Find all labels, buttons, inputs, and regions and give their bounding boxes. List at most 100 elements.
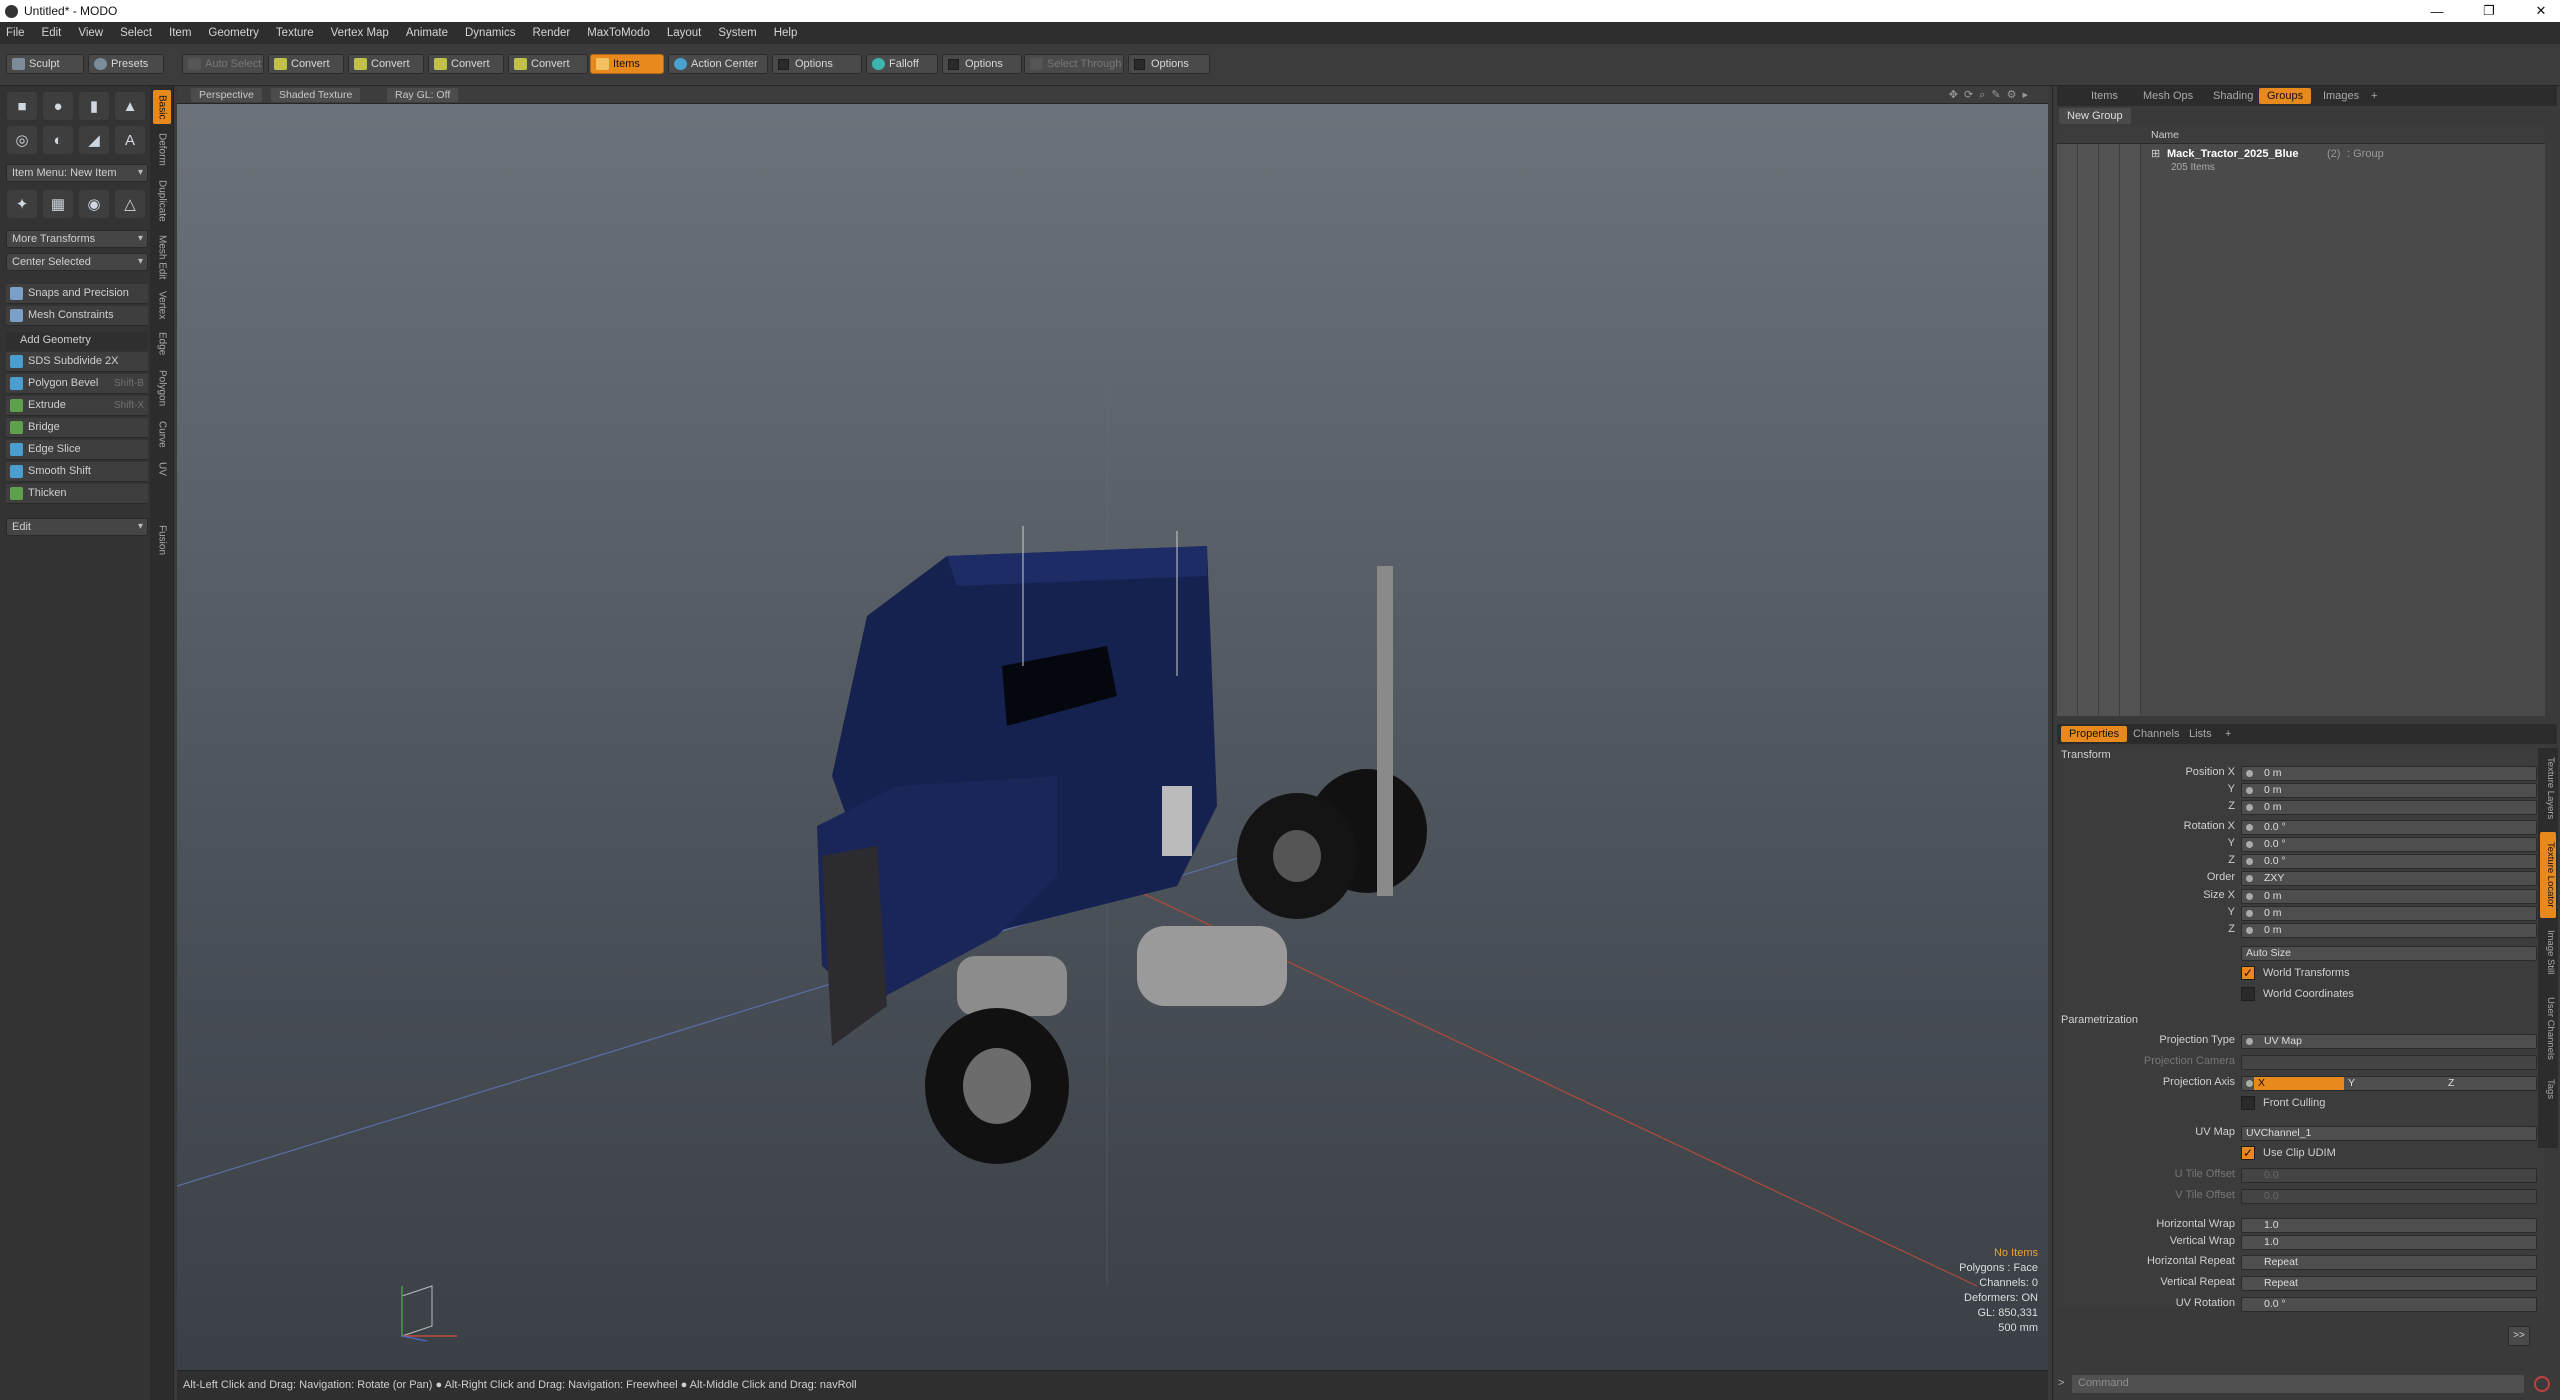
- menu-render[interactable]: Render: [532, 27, 570, 39]
- world-coordinates-checkbox[interactable]: [2241, 987, 2255, 1001]
- cube-icon[interactable]: ■: [7, 92, 37, 120]
- convert-polygons-button[interactable]: Convert: [428, 54, 504, 74]
- transform-header[interactable]: Transform: [2061, 749, 2111, 761]
- menu-maxtomodo[interactable]: MaxToModo: [587, 27, 650, 39]
- sculpt-button[interactable]: Sculpt: [6, 54, 84, 74]
- tab-duplicate[interactable]: Duplicate: [153, 174, 171, 228]
- record-icon[interactable]: [2534, 1376, 2550, 1392]
- menu-help[interactable]: Help: [774, 27, 798, 39]
- edit-dropdown[interactable]: Edit: [6, 518, 148, 536]
- vertical-repeat-dropdown[interactable]: Repeat: [2241, 1276, 2537, 1291]
- menu-dynamics[interactable]: Dynamics: [465, 27, 515, 39]
- tab-edge[interactable]: Edge: [153, 328, 171, 360]
- tab-properties[interactable]: Properties: [2061, 726, 2128, 742]
- 3d-viewport[interactable]: Perspective Shaded Texture Ray GL: Off ✥…: [177, 86, 2048, 1370]
- name-column-header[interactable]: Name: [2151, 129, 2179, 141]
- mesh-constraints-button[interactable]: Mesh Constraints: [6, 306, 148, 326]
- new-group-button[interactable]: New Group: [2059, 108, 2131, 124]
- select-through-button[interactable]: Select Through: [1024, 54, 1124, 74]
- add-property-tab[interactable]: +: [2217, 726, 2239, 742]
- edge-slice-button[interactable]: Edge Slice: [6, 440, 148, 460]
- plane-icon[interactable]: ◢: [79, 126, 109, 154]
- tab-vertex[interactable]: Vertex: [153, 286, 171, 324]
- convert-vertices-button[interactable]: Convert: [268, 54, 344, 74]
- world-transforms-checkbox[interactable]: ✓: [2241, 966, 2255, 980]
- front-culling-checkbox[interactable]: [2241, 1096, 2255, 1110]
- tab-shading[interactable]: Shading: [2205, 88, 2261, 104]
- axis-x-option[interactable]: X: [2254, 1077, 2344, 1090]
- horizontal-repeat-dropdown[interactable]: Repeat: [2241, 1255, 2537, 1270]
- u-tile-offset-field[interactable]: 0.0: [2241, 1168, 2537, 1183]
- select-options-checkbox[interactable]: [1134, 59, 1145, 70]
- tab-fusion[interactable]: Fusion: [153, 520, 171, 560]
- falloff-options-button[interactable]: Options: [942, 54, 1022, 74]
- tab-polygon[interactable]: Polygon: [153, 364, 171, 412]
- presets-button[interactable]: Presets: [88, 54, 164, 74]
- pyramid-icon[interactable]: △: [115, 190, 145, 218]
- tab-groups[interactable]: Groups: [2259, 88, 2312, 104]
- v-tile-offset-field[interactable]: 0.0: [2241, 1189, 2537, 1204]
- tab-image-still[interactable]: Image Still: [2540, 922, 2556, 982]
- smooth-shift-button[interactable]: Smooth Shift: [6, 462, 148, 482]
- rotation-z-field[interactable]: 0.0 °: [2241, 854, 2537, 869]
- position-x-field[interactable]: 0 m: [2241, 766, 2537, 781]
- grid-icon[interactable]: ▦: [43, 190, 73, 218]
- projection-axis-selector[interactable]: X Y Z: [2241, 1076, 2537, 1091]
- menu-animate[interactable]: Animate: [406, 27, 448, 39]
- truck-model[interactable]: [817, 526, 1427, 1164]
- menu-layout[interactable]: Layout: [667, 27, 702, 39]
- rotation-y-field[interactable]: 0.0 °: [2241, 837, 2537, 852]
- position-y-field[interactable]: 0 m: [2241, 783, 2537, 798]
- tab-lists[interactable]: Lists: [2181, 726, 2220, 742]
- tab-deform[interactable]: Deform: [153, 128, 171, 170]
- tab-images[interactable]: Images: [2315, 88, 2367, 104]
- uv-rotation-field[interactable]: 0.0 °: [2241, 1297, 2537, 1312]
- menu-edit[interactable]: Edit: [42, 27, 62, 39]
- tab-basic[interactable]: Basic: [153, 90, 171, 124]
- add-tab-button[interactable]: +: [2363, 88, 2385, 104]
- polygon-bevel-button[interactable]: Polygon Bevel Shift-B: [6, 374, 148, 394]
- order-dropdown[interactable]: ZXY: [2241, 871, 2537, 886]
- tab-tags[interactable]: Tags: [2540, 1074, 2556, 1104]
- parametrization-header[interactable]: Parametrization: [2061, 1014, 2138, 1026]
- tab-user-channels[interactable]: User Channels: [2540, 986, 2556, 1070]
- convert-edges-button[interactable]: Convert: [348, 54, 424, 74]
- action-center-options-button[interactable]: Options: [772, 54, 862, 74]
- axis-y-option[interactable]: Y: [2348, 1077, 2355, 1090]
- size-x-field[interactable]: 0 m: [2241, 889, 2537, 904]
- menu-system[interactable]: System: [718, 27, 756, 39]
- center-selected-dropdown[interactable]: Center Selected: [6, 253, 148, 271]
- menu-geometry[interactable]: Geometry: [208, 27, 259, 39]
- auto-size-button[interactable]: Auto Size: [2241, 946, 2537, 961]
- close-button[interactable]: ✕: [2522, 0, 2560, 22]
- more-properties-button[interactable]: >>: [2508, 1326, 2530, 1346]
- command-input[interactable]: Command: [2072, 1375, 2524, 1393]
- position-z-field[interactable]: 0 m: [2241, 800, 2537, 815]
- cylinder-icon[interactable]: ▮: [79, 92, 109, 120]
- menu-vertex-map[interactable]: Vertex Map: [331, 27, 389, 39]
- menu-select[interactable]: Select: [120, 27, 152, 39]
- options-checkbox[interactable]: [778, 59, 789, 70]
- axis-z-option[interactable]: Z: [2448, 1077, 2454, 1090]
- convert-materials-button[interactable]: Convert: [508, 54, 588, 74]
- sphere-icon[interactable]: ●: [43, 92, 73, 120]
- text-icon[interactable]: A: [115, 126, 145, 154]
- action-center-button[interactable]: Action Center: [668, 54, 768, 74]
- minimize-button[interactable]: —: [2418, 0, 2456, 22]
- more-transforms-dropdown[interactable]: More Transforms: [6, 230, 148, 248]
- tab-texture-locator[interactable]: Texture Locator: [2540, 832, 2556, 918]
- torus-icon[interactable]: ◎: [7, 126, 37, 154]
- tab-mesh-edit[interactable]: Mesh Edit: [153, 232, 171, 282]
- items-mode-button[interactable]: Items: [590, 54, 664, 74]
- cone-icon[interactable]: ▲: [115, 92, 145, 120]
- vertical-wrap-field[interactable]: 1.0: [2241, 1235, 2537, 1250]
- globe-icon[interactable]: ◉: [79, 190, 109, 218]
- tab-items[interactable]: Items: [2083, 88, 2126, 104]
- tab-curve[interactable]: Curve: [153, 416, 171, 452]
- group-row[interactable]: ⊞ Mack_Tractor_2025_Blue (2) : Group 205…: [2141, 146, 2541, 178]
- locator-icon[interactable]: ✦: [7, 190, 37, 218]
- projection-type-dropdown[interactable]: UV Map: [2241, 1034, 2537, 1049]
- tab-texture-layers[interactable]: Texture Layers: [2540, 748, 2556, 828]
- menu-item[interactable]: Item: [169, 27, 191, 39]
- maximize-button[interactable]: ❐: [2470, 0, 2508, 22]
